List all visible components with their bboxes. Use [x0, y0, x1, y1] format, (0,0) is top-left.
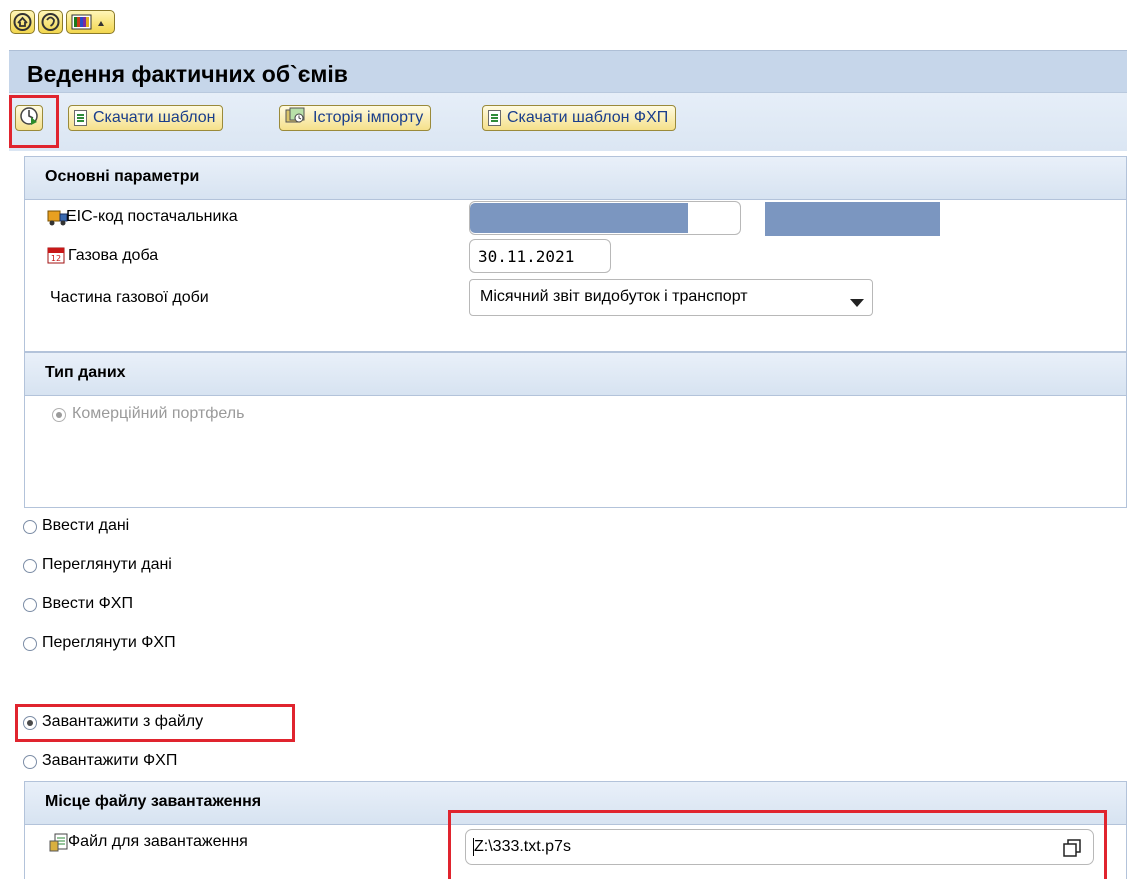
data-type-title: Тип даних: [45, 364, 126, 381]
highlight-upload-from-file: [15, 704, 295, 742]
supplier-eic-field[interactable]: [469, 201, 741, 235]
upload-fhp-radio[interactable]: [23, 755, 37, 769]
import-history-button[interactable]: Історія імпорту: [279, 105, 432, 131]
download-fhp-template-label: Скачати шаблон ФХП: [507, 109, 669, 126]
gas-day-part-select[interactable]: Місячний звіт видобуток і транспорт: [469, 279, 873, 316]
enter-data-radio[interactable]: [23, 520, 37, 534]
upload-fhp-label: Завантажити ФХП: [42, 752, 178, 769]
layout-menu-icon[interactable]: [66, 10, 115, 34]
data-type-group: Тип даних Комерційний портфель: [24, 352, 1127, 508]
view-fhp-label: Переглянути ФХП: [42, 634, 176, 651]
application-toolbar: Скачати шаблон Історія імпорту Скачати ш…: [9, 92, 1127, 151]
view-data-label: Переглянути дані: [42, 556, 172, 573]
file-upload-icon: [49, 833, 69, 858]
enter-fhp-label: Ввести ФХП: [42, 595, 133, 612]
view-fhp-radio[interactable]: [23, 637, 37, 651]
history-icon: [285, 107, 307, 130]
highlight-file-path: [448, 810, 1107, 879]
title-bar: Ведення фактичних об`ємів: [9, 50, 1127, 93]
main-params-title: Основні параметри: [45, 168, 200, 185]
system-toolbar: [0, 0, 1127, 50]
enter-data-label: Ввести дані: [42, 517, 130, 534]
document-icon: [74, 110, 87, 126]
commercial-portfolio-radio[interactable]: [52, 408, 66, 422]
file-location-title: Місце файлу завантаження: [45, 793, 262, 810]
view-data-radio[interactable]: [23, 559, 37, 573]
main-params-header: Основні параметри: [25, 157, 1126, 200]
page-title: Ведення фактичних об`ємів: [27, 61, 348, 87]
document-icon: [488, 110, 501, 126]
calendar-icon: 12: [47, 246, 65, 269]
file-upload-label: Файл для завантаження: [68, 833, 248, 850]
gas-day-part-label: Частина газової доби: [50, 289, 209, 306]
gas-day-field[interactable]: 30.11.2021: [469, 239, 611, 273]
commercial-portfolio-label: Комерційний портфель: [72, 405, 245, 422]
supplier-name-redacted: [765, 202, 940, 236]
import-history-label: Історія імпорту: [313, 109, 424, 126]
data-type-header: Тип даних: [25, 353, 1126, 396]
gas-day-part-value: Місячний звіт видобуток і транспорт: [480, 288, 748, 305]
download-template-label: Скачати шаблон: [93, 109, 216, 126]
highlight-execute: [9, 95, 59, 148]
enter-fhp-radio[interactable]: [23, 598, 37, 612]
download-template-button[interactable]: Скачати шаблон: [68, 105, 224, 131]
svg-text:12: 12: [51, 254, 61, 263]
gas-day-label: Газова доба: [68, 247, 159, 264]
favorites-icon[interactable]: [38, 10, 63, 34]
main-params-group: Основні параметри EIC-код постачальника …: [24, 156, 1127, 352]
redacted-value: [470, 203, 688, 233]
gas-day-value: 30.11.2021: [478, 247, 575, 266]
chevron-down-icon[interactable]: [850, 294, 864, 312]
download-fhp-template-button[interactable]: Скачати шаблон ФХП: [482, 105, 677, 131]
home-icon[interactable]: [10, 10, 35, 34]
supplier-eic-label: EIC-код постачальника: [66, 208, 238, 225]
